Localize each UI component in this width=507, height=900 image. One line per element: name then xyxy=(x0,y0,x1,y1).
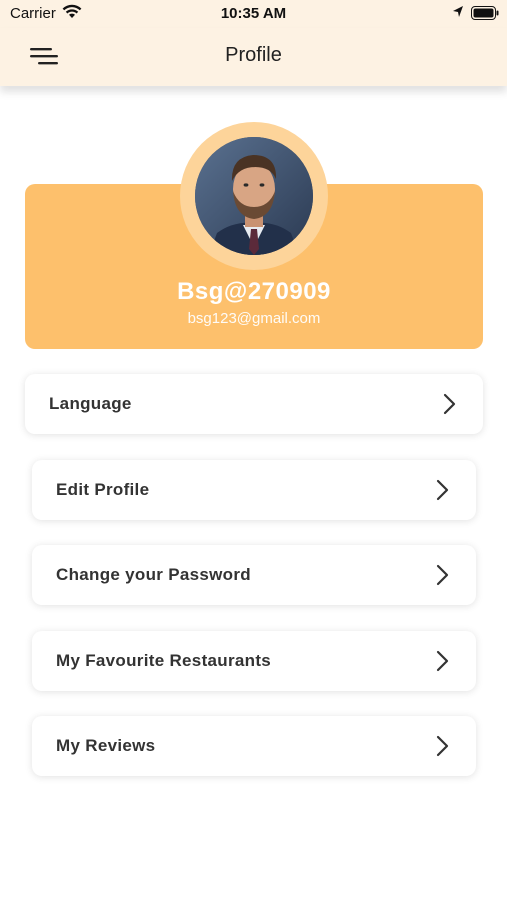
location-arrow-icon xyxy=(452,5,464,23)
page-title: Profile xyxy=(225,44,282,66)
menu-item-favourite-restaurants[interactable]: My Favourite Restaurants xyxy=(32,631,476,691)
status-bar: Carrier 10:35 AM xyxy=(0,0,507,28)
avatar[interactable] xyxy=(195,137,313,255)
chevron-right-icon xyxy=(436,479,450,501)
chevron-right-icon xyxy=(443,393,457,415)
menu-item-label: Edit Profile xyxy=(56,480,150,499)
menu-item-change-password[interactable]: Change your Password xyxy=(32,545,476,605)
profile-screen: Carrier 10:35 AM Profile Bsg@270909 bsg1… xyxy=(0,0,507,900)
chevron-right-icon xyxy=(436,650,450,672)
menu-item-label: Change your Password xyxy=(56,565,251,584)
user-email: bsg123@gmail.com xyxy=(187,310,321,327)
chevron-right-icon xyxy=(436,564,450,586)
nav-bar: Profile xyxy=(0,28,507,86)
menu-item-my-reviews[interactable]: My Reviews xyxy=(32,716,476,776)
menu-item-edit-profile[interactable]: Edit Profile xyxy=(32,460,476,520)
status-time: 10:35 AM xyxy=(220,5,287,22)
battery-icon xyxy=(471,6,499,24)
chevron-right-icon xyxy=(436,735,450,757)
menu-item-label: Language xyxy=(49,394,132,413)
menu-item-language[interactable]: Language xyxy=(25,374,483,434)
menu-item-label: My Reviews xyxy=(56,736,156,755)
username: Bsg@270909 xyxy=(177,278,331,305)
menu-item-label: My Favourite Restaurants xyxy=(56,651,272,670)
